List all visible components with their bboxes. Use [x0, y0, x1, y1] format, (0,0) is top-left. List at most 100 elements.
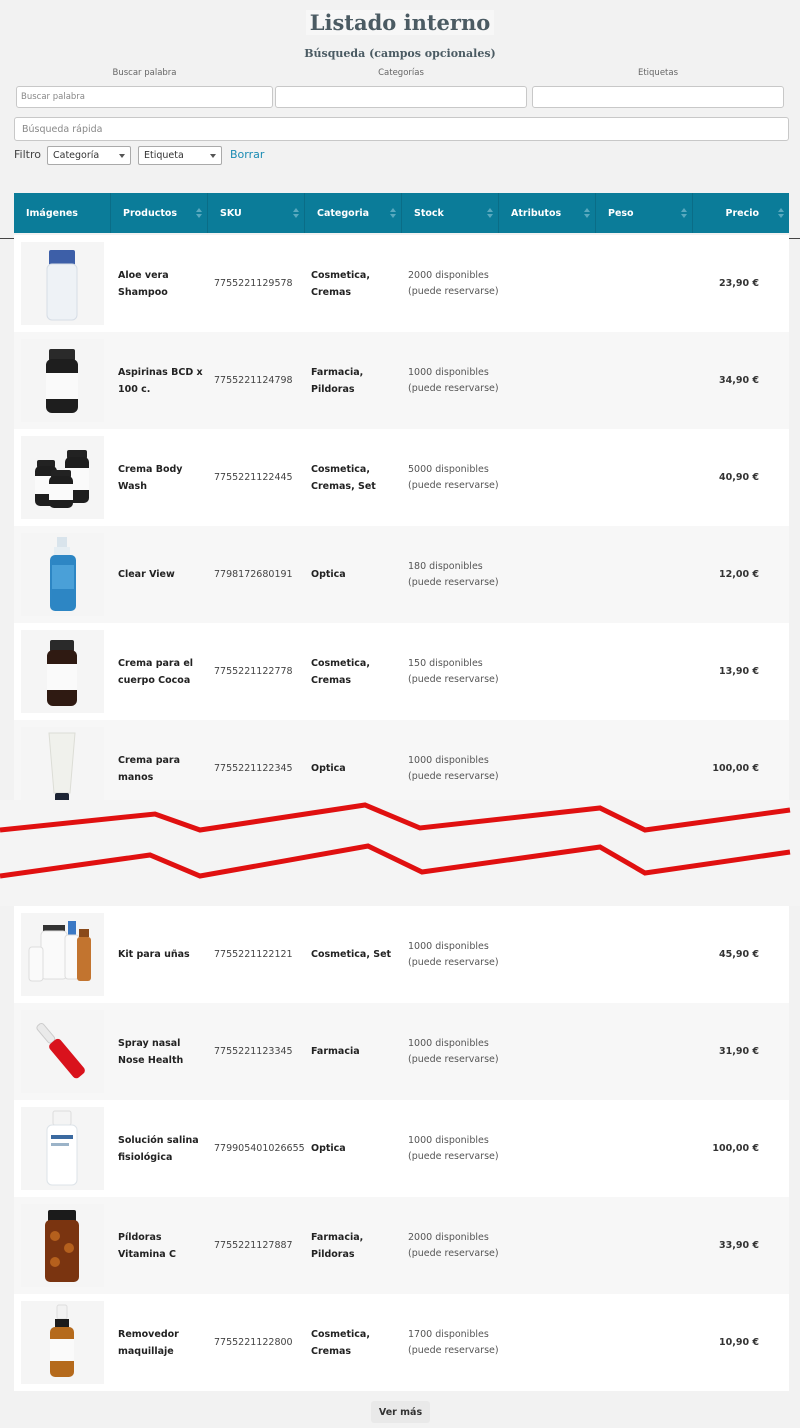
tags-label: Etiquetas	[637, 68, 679, 78]
product-name[interactable]: Clear View	[118, 526, 204, 623]
product-stock: 180 disponibles (puede reservarse)	[408, 526, 503, 623]
column-header-weight[interactable]: Peso	[596, 193, 693, 233]
table-row[interactable]: Aloe vera Shampoo 7755221129578 Cosmetica,…	[14, 235, 789, 332]
product-name[interactable]: Crema para el cuerpo Cocoa	[118, 623, 204, 720]
product-image[interactable]	[21, 1204, 104, 1287]
product-category-text: Cosmetica, Cremas, Set	[311, 463, 376, 492]
product-name[interactable]: Solución salina fisiológica	[118, 1100, 204, 1197]
product-price-text: 45,90 €	[719, 949, 759, 960]
column-header-sku[interactable]: SKU	[208, 193, 305, 233]
category-select[interactable]: Categoría	[47, 146, 131, 165]
product-stock-text: 2000 disponibles (puede reservarse)	[408, 270, 499, 297]
product-sku: 7755221123345	[214, 1003, 293, 1100]
product-name[interactable]: Aspirinas BCD x 100 c.	[118, 332, 204, 429]
product-image[interactable]	[21, 339, 104, 422]
product-sku: 7755221124798	[214, 332, 293, 429]
product-stock: 1700 disponibles (puede reservarse)	[408, 1294, 503, 1391]
product-stock-text: 1000 disponibles (puede reservarse)	[408, 755, 499, 782]
product-sku-text: 7755221123345	[214, 1046, 293, 1057]
product-image[interactable]	[21, 436, 104, 519]
sort-icon	[487, 208, 493, 218]
product-price: 40,90 €	[719, 429, 759, 526]
column-header-category[interactable]: Categoria	[305, 193, 402, 233]
table-row[interactable]: Spray nasal Nose Health 7755221123345 Farm…	[14, 1003, 789, 1100]
product-category[interactable]: Cosmetica, Cremas	[311, 235, 396, 332]
product-stock-text: 1000 disponibles (puede reservarse)	[408, 1038, 499, 1065]
product-price: 13,90 €	[719, 623, 759, 720]
word-search-label: Buscar palabra	[112, 68, 177, 78]
table-row[interactable]: Clear View 7798172680191 Optica 180 disponi…	[14, 526, 789, 623]
table-row[interactable]: Píldoras Vitamina C 7755221127887 Farmacia…	[14, 1197, 789, 1294]
product-image[interactable]	[21, 1301, 104, 1384]
product-price: 100,00 €	[712, 1100, 759, 1197]
product-category[interactable]: Optica	[311, 1100, 396, 1197]
product-sku-text: 7755221122778	[214, 666, 293, 677]
categories-input[interactable]	[275, 86, 527, 108]
product-price-text: 12,00 €	[719, 569, 759, 580]
filter-label: Filtro	[14, 148, 41, 161]
product-sku: 7798172680191	[214, 526, 293, 623]
product-stock-text: 5000 disponibles (puede reservarse)	[408, 464, 499, 491]
product-image[interactable]	[21, 242, 104, 325]
sort-icon	[293, 208, 299, 218]
product-category[interactable]: Cosmetica, Set	[311, 906, 396, 1003]
product-name[interactable]: Removedor maquillaje	[118, 1294, 204, 1391]
product-price-text: 33,90 €	[719, 1240, 759, 1251]
word-search-input[interactable]: Buscar palabra	[16, 86, 273, 108]
product-category[interactable]: Cosmetica, Cremas, Set	[311, 429, 396, 526]
product-category[interactable]: Farmacia, Pildoras	[311, 332, 396, 429]
column-header-stock[interactable]: Stock	[402, 193, 499, 233]
product-price-text: 100,00 €	[712, 763, 759, 774]
product-image[interactable]	[21, 533, 104, 616]
column-header-attributes[interactable]: Atributos	[499, 193, 596, 233]
table-row[interactable]: Crema Body Wash 7755221122445 Cosmetica, C…	[14, 429, 789, 526]
table-header: Imágenes Productos SKU Categoria Stock A…	[14, 193, 789, 233]
product-category[interactable]: Optica	[311, 526, 396, 623]
product-name-text: Crema para el cuerpo Cocoa	[118, 657, 194, 686]
product-image[interactable]	[21, 913, 104, 996]
product-name-text: Crema Body Wash	[118, 463, 183, 492]
tag-select[interactable]: Etiqueta	[138, 146, 222, 165]
product-image[interactable]	[21, 727, 104, 810]
tags-input[interactable]	[532, 86, 784, 108]
product-sku: 7799054010266​55	[214, 1100, 305, 1197]
product-price: 23,90 €	[719, 235, 759, 332]
product-sku: 7755221127887	[214, 1197, 293, 1294]
load-more-button[interactable]: Ver más	[371, 1401, 430, 1423]
product-image[interactable]	[21, 630, 104, 713]
product-name[interactable]: Spray nasal Nose Health	[118, 1003, 204, 1100]
table-row[interactable]: Aspirinas BCD x 100 c. 7755221124798 Farma…	[14, 332, 789, 429]
product-name[interactable]: Aloe vera Shampoo	[118, 235, 204, 332]
product-sku: 7755221122800	[214, 1294, 293, 1391]
product-image[interactable]	[21, 1107, 104, 1190]
product-sku-text: 7755221124798	[214, 375, 293, 386]
product-category[interactable]: Cosmetica, Cremas	[311, 623, 396, 720]
product-name-text: Kit para uñas	[118, 949, 190, 960]
product-stock-text: 180 disponibles (puede reservarse)	[408, 561, 499, 588]
product-sku-text: 7755221122445	[214, 472, 293, 483]
product-image[interactable]	[21, 1010, 104, 1093]
product-name[interactable]: Píldoras Vitamina C	[118, 1197, 204, 1294]
clear-filters-link[interactable]: Borrar	[230, 148, 264, 161]
table-row[interactable]: Crema para el cuerpo Cocoa 7755221122778 C…	[14, 623, 789, 720]
column-header-products[interactable]: Productos	[111, 193, 208, 233]
column-header-images[interactable]: Imágenes	[14, 193, 111, 233]
table-row[interactable]: Solución salina fisiológica 7799054010266…	[14, 1100, 789, 1197]
product-stock-text: 1000 disponibles (puede reservarse)	[408, 1135, 499, 1162]
product-category[interactable]: Farmacia	[311, 1003, 396, 1100]
category-select-value: Categoría	[53, 150, 100, 161]
product-category[interactable]: Cosmetica, Cremas	[311, 1294, 396, 1391]
product-name[interactable]: Crema Body Wash	[118, 429, 204, 526]
table-row[interactable]: Kit para uñas 7755221122121 Cosmetica, Set…	[14, 906, 789, 1003]
product-price: 45,90 €	[719, 906, 759, 1003]
product-price-text: 31,90 €	[719, 1046, 759, 1057]
categories-label: Categorías	[378, 68, 424, 78]
table-row[interactable]: Removedor maquillaje 7755221122800 Cosmeti…	[14, 1294, 789, 1391]
quick-search-input[interactable]: Búsqueda rápida	[14, 117, 789, 141]
product-stock: 1000 disponibles (puede reservarse)	[408, 1003, 503, 1100]
sort-icon	[681, 208, 687, 218]
product-stock: 2000 disponibles (puede reservarse)	[408, 1197, 503, 1294]
product-category[interactable]: Farmacia, Pildoras	[311, 1197, 396, 1294]
column-header-price[interactable]: Precio	[693, 193, 789, 233]
product-name[interactable]: Kit para uñas	[118, 906, 204, 1003]
